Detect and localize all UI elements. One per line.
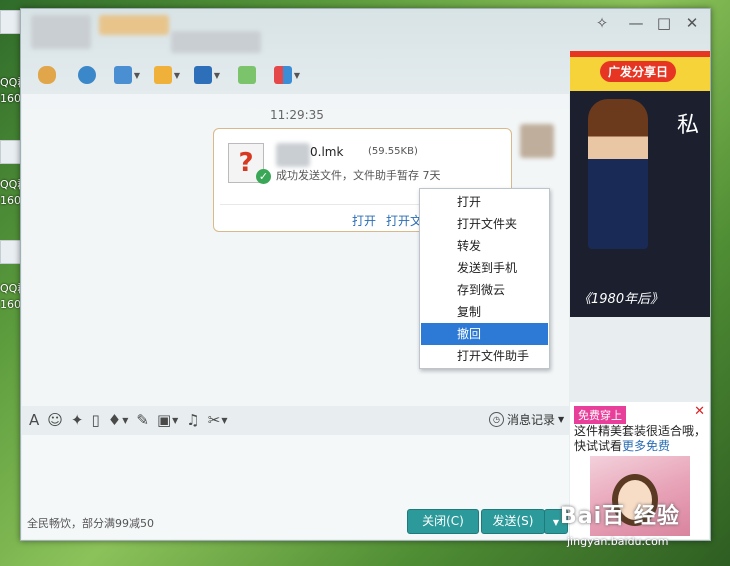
- desktop-icon[interactable]: [0, 140, 22, 164]
- history-label: 消息记录: [507, 413, 556, 427]
- chevron-down-icon[interactable]: ▼: [214, 71, 220, 80]
- desktop-label: 160: [0, 92, 21, 105]
- menu-item-open-folder[interactable]: 打开文件夹: [421, 213, 548, 235]
- maximize-button[interactable]: □: [653, 13, 675, 33]
- ad-footer-text: 《1980年后》: [578, 292, 664, 307]
- chevron-down-icon[interactable]: ▼: [122, 416, 128, 425]
- file-name: 0.lmk: [310, 145, 344, 159]
- chevron-down-icon[interactable]: ▼: [221, 416, 227, 425]
- message-plus-icon: [238, 66, 256, 84]
- folder-icon: [153, 66, 172, 84]
- chevron-down-icon: ▼: [552, 518, 560, 527]
- apps-button[interactable]: ▼: [269, 62, 305, 88]
- check-icon: ✓: [256, 169, 271, 184]
- ad-banner-top[interactable]: 广发分享日 私 《1980年后》: [570, 51, 710, 317]
- chevron-down-icon[interactable]: ▼: [558, 415, 564, 424]
- desktop-icon[interactable]: [0, 240, 22, 264]
- ad-header: 广发分享日: [570, 51, 710, 91]
- contact-name-blurred: [99, 15, 169, 35]
- baidu-watermark: Bai百 经验: [560, 504, 680, 529]
- contact-avatar-blurred[interactable]: [31, 15, 91, 49]
- menu-item-save-to-cloud[interactable]: 存到微云: [421, 279, 548, 301]
- open-folder-link[interactable]: 打开文: [386, 212, 422, 229]
- emoji-button[interactable]: ☺: [47, 411, 63, 429]
- desktop-icon[interactable]: [0, 10, 22, 34]
- draw-button[interactable]: ✎: [136, 411, 149, 429]
- scissors-icon: ✂: [207, 411, 221, 429]
- magic-wand-icon: ✦: [70, 411, 84, 429]
- message-timestamp: 11:29:35: [270, 108, 324, 122]
- menu-item-open-file-assistant[interactable]: 打开文件助手: [421, 345, 548, 367]
- monitor-icon: [193, 66, 212, 84]
- send-button[interactable]: 发送(S): [481, 509, 545, 534]
- pencil-icon: ✎: [136, 411, 149, 429]
- apps-grid-icon: [273, 66, 292, 84]
- send-file-button[interactable]: ▼: [149, 62, 185, 88]
- music-note-icon: ♫: [186, 411, 200, 429]
- menu-item-send-to-phone[interactable]: 发送到手机: [421, 257, 548, 279]
- skin-icon[interactable]: ✧: [591, 13, 613, 33]
- vibrate-icon: ▯: [91, 411, 100, 429]
- close-ad-icon[interactable]: ✕: [694, 404, 705, 419]
- promo-status-text[interactable]: 全民畅饮，部分满99减50: [27, 515, 154, 531]
- menu-item-recall[interactable]: 撤回: [421, 323, 548, 345]
- qq-chat-window: ✧ — □ ✕ ▼ ▼ ▼ ▼ 11:29:35 ? ✓ 0.lmk (59.5…: [20, 8, 711, 541]
- font-button[interactable]: A: [29, 411, 39, 429]
- image-icon: ▣: [156, 411, 172, 429]
- chevron-down-icon[interactable]: ▼: [172, 416, 178, 425]
- desktop-label: 160: [0, 194, 21, 207]
- close-chat-button[interactable]: 关闭(C): [407, 509, 479, 534]
- clock-icon: ◷: [489, 412, 504, 427]
- close-button[interactable]: ✕: [681, 13, 703, 33]
- microphone-icon: ♦: [107, 411, 122, 429]
- voice-call-button[interactable]: [29, 62, 65, 88]
- ad-corner-text: 私: [677, 113, 700, 138]
- ad-pill: 广发分享日: [600, 61, 677, 82]
- ad-tag: 免费穿上: [574, 406, 626, 424]
- microphone-icon: [38, 66, 56, 84]
- voice-message-button[interactable]: ♦ ▼: [108, 411, 129, 429]
- contact-signature-blurred: [171, 31, 261, 53]
- music-button[interactable]: ♫: [186, 411, 199, 429]
- ad-logo-bar: [570, 51, 710, 57]
- menu-item-forward[interactable]: 转发: [421, 235, 548, 257]
- chevron-down-icon[interactable]: ▼: [134, 71, 140, 80]
- smiley-icon: ☺: [47, 411, 63, 429]
- minimize-button[interactable]: —: [625, 13, 647, 33]
- camera-icon: [78, 66, 96, 84]
- remote-assist-button[interactable]: ▼: [189, 62, 225, 88]
- chevron-down-icon[interactable]: ▼: [294, 71, 300, 80]
- screen-share-button[interactable]: ▼: [109, 62, 145, 88]
- ad-more-link[interactable]: 更多免费: [622, 439, 670, 453]
- input-toolbar: A ☺ ✦ ▯ ♦ ▼ ✎ ▣ ▼ ♫ ✂ ▼: [29, 409, 227, 431]
- context-menu: 打开 打开文件夹 转发 发送到手机 存到微云 复制 撤回 打开文件助手: [419, 188, 550, 369]
- open-file-link[interactable]: 打开: [352, 212, 376, 229]
- file-status: 成功发送文件，文件助手暂存 7天: [276, 169, 441, 182]
- image-button[interactable]: ▣ ▼: [157, 411, 178, 429]
- send-sms-button[interactable]: [229, 62, 265, 88]
- ad-character-image: [588, 99, 648, 249]
- menu-item-open[interactable]: 打开: [421, 191, 548, 213]
- sender-avatar[interactable]: [520, 124, 554, 158]
- desktop-label: 160: [0, 298, 21, 311]
- font-icon: A: [29, 411, 40, 429]
- message-history-button[interactable]: ◷ 消息记录 ▼: [489, 411, 564, 428]
- video-call-button[interactable]: [69, 62, 105, 88]
- window-shake-button[interactable]: ▯: [91, 411, 99, 429]
- screenshot-button[interactable]: ✂ ▼: [208, 411, 228, 429]
- file-size: (59.55KB): [368, 146, 418, 157]
- menu-item-copy[interactable]: 复制: [421, 301, 548, 323]
- baidu-watermark-url: jingyan.baidu.com: [567, 535, 669, 548]
- chevron-down-icon[interactable]: ▼: [174, 71, 180, 80]
- file-name-blurred: [276, 143, 310, 167]
- presentation-icon: [113, 66, 132, 84]
- shake-button[interactable]: ✦: [71, 411, 84, 429]
- ad-text: 这件精美套装很适合哦，快试试看更多免费: [574, 424, 706, 454]
- chat-toolbar: ▼ ▼ ▼ ▼: [29, 62, 305, 88]
